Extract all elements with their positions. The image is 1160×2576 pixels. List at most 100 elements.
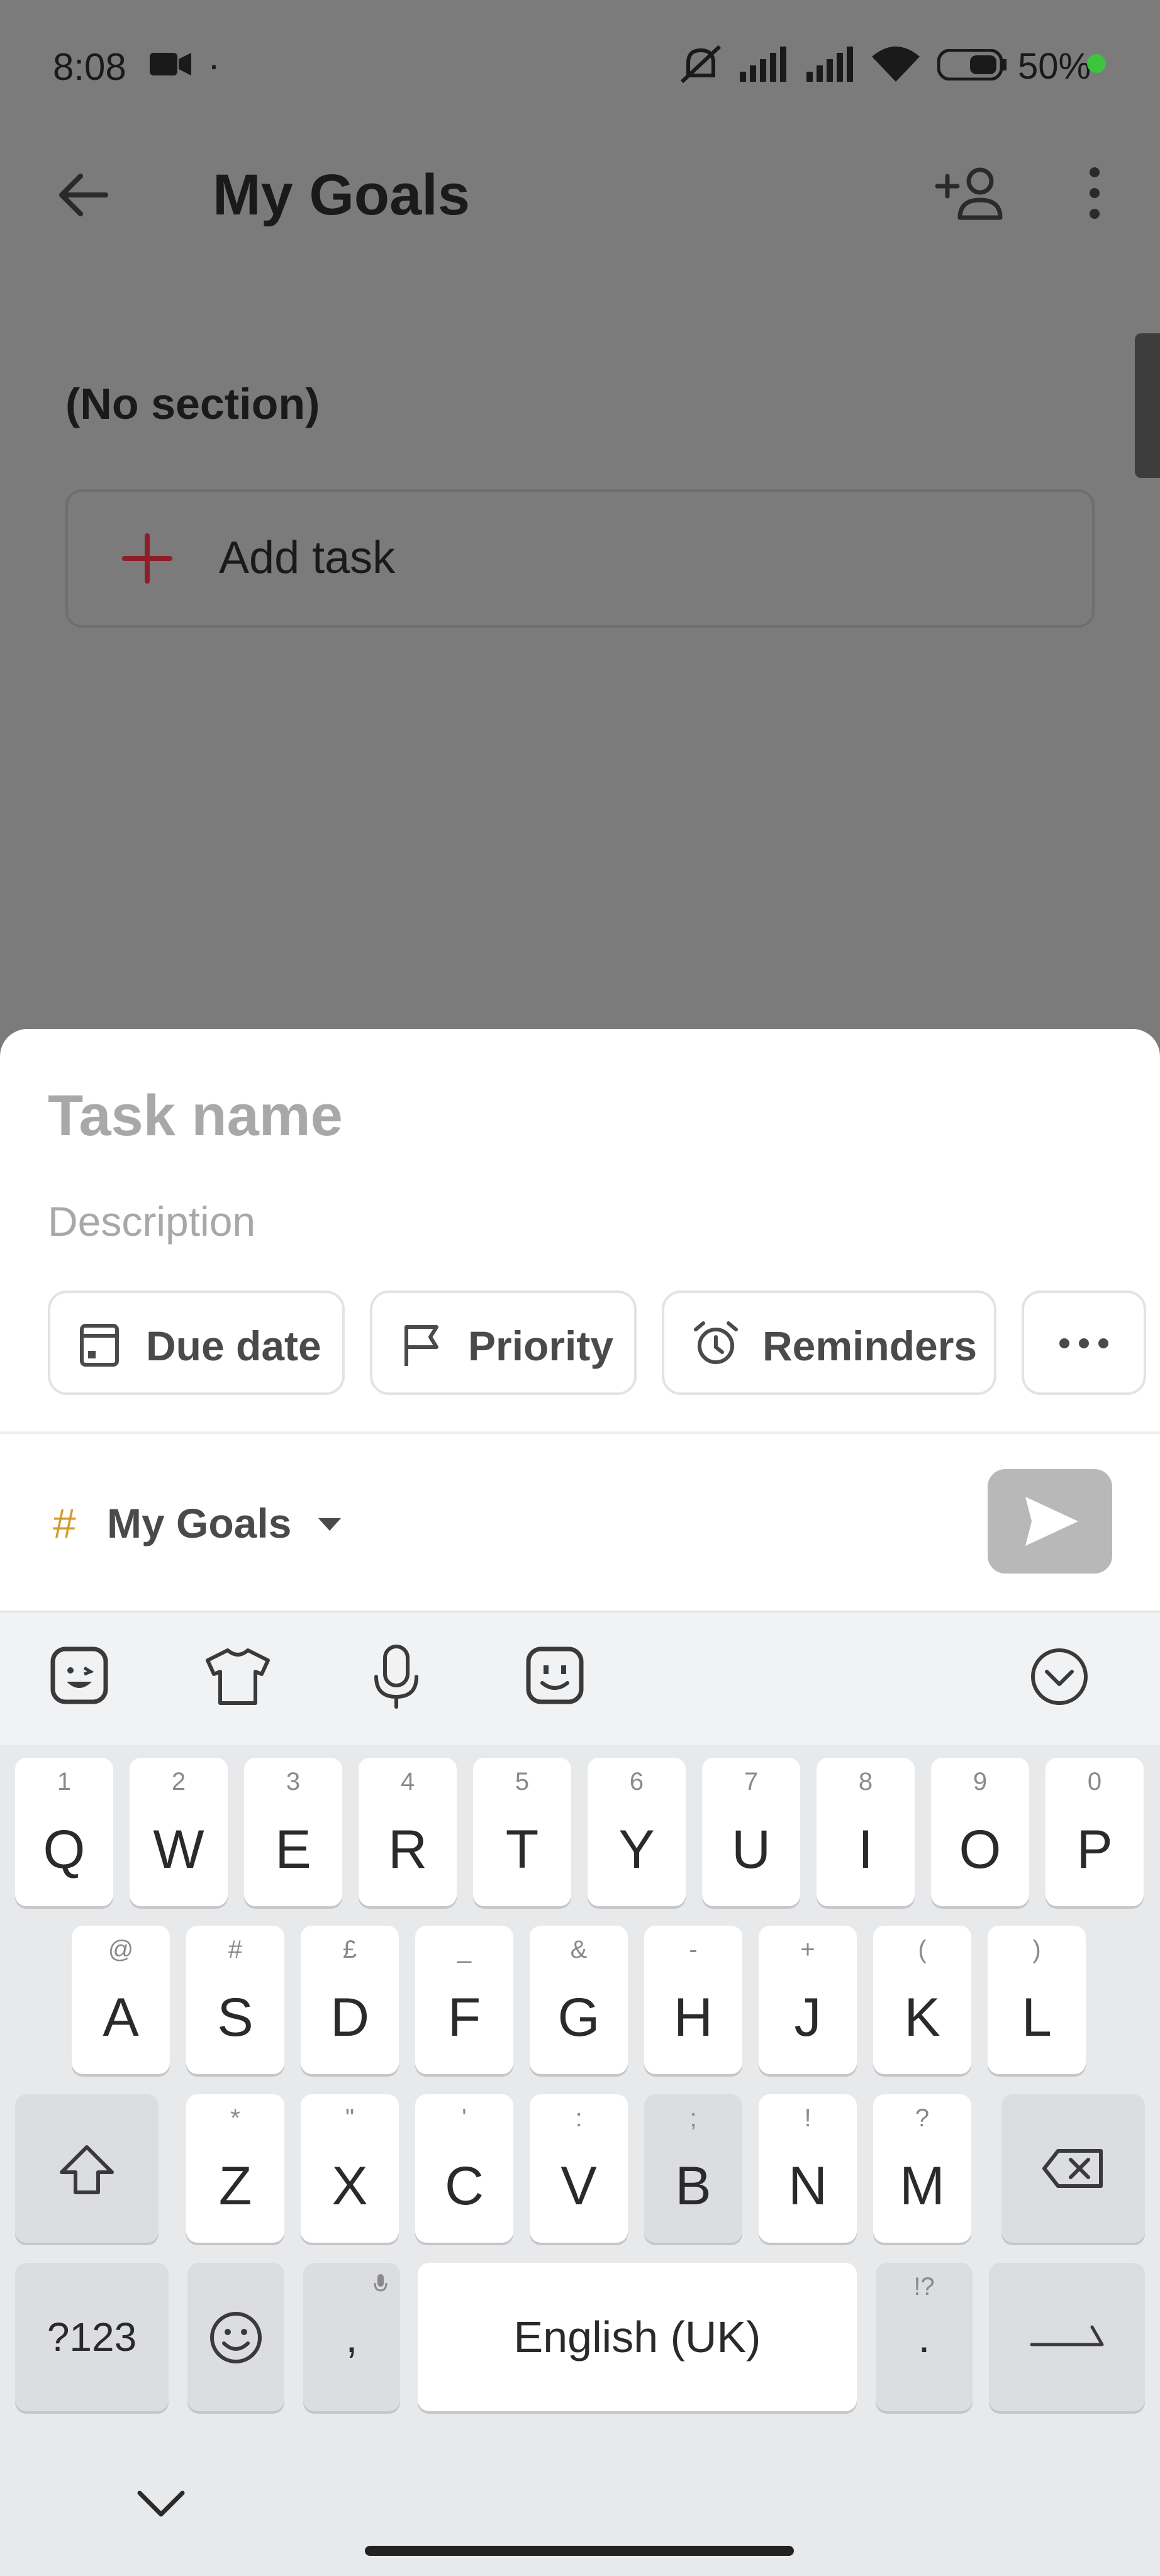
- space-key-label: English (UK): [513, 2312, 761, 2362]
- caret-down-icon[interactable]: [317, 1517, 342, 1532]
- period-key-hint: !?: [913, 2273, 935, 2301]
- key-hint: £: [342, 1936, 357, 1963]
- key-p[interactable]: 0P: [1046, 1758, 1144, 1906]
- shift-icon: [60, 2145, 114, 2194]
- key-w[interactable]: 2W: [130, 1758, 228, 1906]
- key-c[interactable]: ' C: [415, 2094, 513, 2243]
- arrow-left-icon[interactable]: [57, 169, 109, 221]
- key-label: C: [444, 2156, 484, 2216]
- reminders-label: Reminders: [762, 1323, 978, 1369]
- collapse-keyboard-icon[interactable]: [1029, 1646, 1090, 1707]
- project-selector[interactable]: My Goals: [107, 1499, 291, 1547]
- theme-shirt-icon[interactable]: [205, 1648, 270, 1706]
- key-v[interactable]: :V: [530, 2094, 628, 2243]
- emoji-key[interactable]: [187, 2263, 284, 2411]
- scrollbar-thumb[interactable]: [1135, 333, 1160, 478]
- video-camera-icon: [150, 53, 191, 75]
- task-name-input[interactable]: Task name: [48, 1083, 343, 1149]
- more-options-chip[interactable]: [1022, 1291, 1146, 1395]
- chevron-down-icon[interactable]: [136, 2487, 186, 2522]
- key-k[interactable]: (K: [873, 1926, 971, 2074]
- status-dot: ·: [208, 43, 220, 86]
- microphone-icon[interactable]: [371, 1644, 421, 1709]
- key-label: L: [1022, 1987, 1052, 2048]
- key-n[interactable]: ! N: [759, 2094, 857, 2243]
- key-i[interactable]: 8I: [817, 1758, 915, 1906]
- enter-key[interactable]: [989, 2263, 1145, 2411]
- key-label: W: [153, 1819, 204, 1880]
- sticker-icon[interactable]: [49, 1645, 109, 1706]
- description-input[interactable]: Description: [48, 1197, 255, 1245]
- priority-label: Priority: [468, 1323, 614, 1369]
- enter-icon: [1030, 2325, 1104, 2346]
- key-g[interactable]: & G: [530, 1926, 628, 2074]
- key-l[interactable]: ) L: [988, 1926, 1086, 2074]
- key-label: U: [731, 1819, 771, 1880]
- charging-dot-icon: [1087, 54, 1106, 73]
- key-o[interactable]: 9O: [931, 1758, 1029, 1906]
- key-u[interactable]: 7U: [702, 1758, 800, 1906]
- send-button[interactable]: [988, 1469, 1112, 1574]
- key-b[interactable]: ; B: [644, 2094, 742, 2243]
- reminders-chip[interactable]: Reminders: [662, 1291, 996, 1395]
- key-hint: ?: [915, 2104, 930, 2132]
- key-q[interactable]: 1Q: [15, 1758, 113, 1906]
- key-label: T: [505, 1819, 539, 1880]
- key-hint: ;: [689, 2104, 697, 2132]
- key-label: M: [900, 2156, 945, 2216]
- space-key[interactable]: English (UK): [418, 2263, 857, 2411]
- key-hint: 1: [57, 1768, 72, 1796]
- more-vertical-icon[interactable]: [1082, 165, 1107, 221]
- key-hint: 2: [171, 1768, 186, 1796]
- key-j[interactable]: + J: [759, 1926, 857, 2074]
- key-hint: !: [804, 2104, 811, 2132]
- key-h[interactable]: -H: [644, 1926, 742, 2074]
- key-r[interactable]: 4R: [359, 1758, 457, 1906]
- period-key[interactable]: !? .: [876, 2263, 973, 2411]
- key-f[interactable]: _ F: [415, 1926, 513, 2074]
- shift-key[interactable]: [15, 2094, 159, 2243]
- key-y[interactable]: 6Y: [588, 1758, 686, 1906]
- key-s[interactable]: # S: [186, 1926, 284, 2074]
- key-e[interactable]: 3E: [244, 1758, 342, 1906]
- key-label: K: [904, 1987, 940, 2048]
- flag-icon: [404, 1325, 438, 1366]
- key-label: X: [332, 2156, 368, 2216]
- add-person-icon[interactable]: [935, 165, 1004, 221]
- key-hint: 6: [629, 1768, 644, 1796]
- key-label: I: [858, 1819, 873, 1880]
- key-z[interactable]: * Z: [186, 2094, 284, 2243]
- key-label: Z: [218, 2156, 252, 2216]
- key-a[interactable]: @ A: [72, 1926, 170, 2074]
- section-title: (No section): [65, 379, 320, 428]
- key-hint: 4: [400, 1768, 415, 1796]
- key-label: J: [794, 1987, 822, 2048]
- battery-percent: 50%: [1018, 46, 1091, 87]
- key-d[interactable]: £ D: [301, 1926, 399, 2074]
- key-x[interactable]: " X: [301, 2094, 399, 2243]
- signal-icon: [806, 47, 853, 82]
- status-bar: 8:08 · 50%: [0, 0, 1160, 132]
- key-label: B: [675, 2156, 711, 2216]
- comma-key[interactable]: ,: [303, 2263, 400, 2411]
- key-label: E: [275, 1819, 311, 1880]
- key-t[interactable]: 5T: [473, 1758, 571, 1906]
- period-key-label: .: [918, 2312, 930, 2362]
- key-label: D: [330, 1987, 370, 2048]
- key-m[interactable]: ? M: [873, 2094, 971, 2243]
- alarm-icon: [694, 1321, 738, 1364]
- priority-chip[interactable]: Priority: [370, 1291, 637, 1395]
- backspace-key[interactable]: [1001, 2094, 1145, 2243]
- key-hint: _: [457, 1936, 472, 1963]
- key-hint: :: [575, 2104, 583, 2132]
- backspace-icon: [1042, 2149, 1103, 2188]
- key-hint: &: [570, 1936, 588, 1963]
- key-hint: ': [462, 2104, 467, 2132]
- home-indicator[interactable]: [365, 2546, 794, 2556]
- emoji-face-icon[interactable]: [525, 1645, 585, 1706]
- key-label: G: [557, 1987, 600, 2048]
- due-date-chip[interactable]: Due date: [48, 1291, 345, 1395]
- battery-icon: [937, 49, 1007, 80]
- key-label: Y: [618, 1819, 655, 1880]
- symbols-key[interactable]: ?123: [15, 2263, 169, 2411]
